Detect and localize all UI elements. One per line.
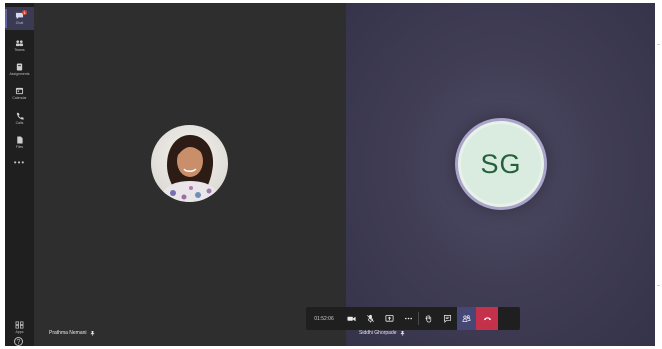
rail-item-label: Files [15,145,24,149]
teams-meeting-window: Chat 1 Teams Assignments Calendar Calls … [5,3,655,346]
pin-icon[interactable] [89,330,95,336]
participant-name: Prathma Nemani [49,330,87,336]
call-control-bar: 01:52:06 [306,307,520,330]
share-screen-icon [385,314,394,322]
help-icon[interactable]: ? [14,337,23,346]
teams-icon [15,40,24,47]
participants-button[interactable] [457,307,476,330]
participant-name-tag: Prathma Nemani [49,330,95,336]
rail-item-calendar[interactable]: Calendar [5,82,34,105]
rail-item-calls[interactable]: Calls [5,107,34,130]
divider [657,285,660,286]
share-screen-button[interactable] [380,307,399,330]
more-options-icon [404,317,413,320]
more-apps-icon[interactable]: ••• [5,158,34,167]
raise-hand-button[interactable] [419,307,438,330]
chat-icon [443,314,452,323]
rail-item-label: Teams [14,48,25,52]
notification-badge: 1 [22,10,27,15]
participant-photo-avatar [151,125,228,202]
mute-button[interactable] [361,307,380,330]
rail-item-files[interactable]: Files [5,131,34,154]
chat-button[interactable] [438,307,457,330]
rail-item-label: Calendar [12,96,27,100]
assignments-icon [16,63,23,71]
more-options-button[interactable] [399,307,418,330]
rail-item-teams[interactable]: Teams [5,34,34,57]
video-icon [347,316,356,322]
rail-item-apps[interactable]: Apps [5,316,34,339]
person-photo-icon [151,125,228,202]
rail-item-label: Assignments [9,72,30,76]
pin-icon[interactable] [399,330,405,336]
hang-up-button[interactable] [476,307,498,330]
call-timer: 01:52:06 [314,315,334,322]
apps-icon [15,321,24,329]
participant-name-tag: Siddhi Ghorpade [359,330,405,336]
participant-name: Siddhi Ghorpade [359,330,397,336]
files-icon [17,136,23,144]
calls-icon [16,112,24,120]
mic-off-icon [367,314,374,323]
rail-item-chat[interactable]: Chat 1 [5,7,34,30]
divider [657,44,660,45]
participant-initials-avatar: SG [458,121,544,207]
raise-hand-icon [425,314,432,323]
app-rail: Chat 1 Teams Assignments Calendar Calls … [5,3,34,346]
hang-up-icon [483,317,491,321]
rail-item-label: Calls [15,121,24,125]
rail-item-assignments[interactable]: Assignments [5,58,34,81]
participants-icon [462,315,471,323]
camera-button[interactable] [342,307,361,330]
rail-item-label: Apps [15,330,24,334]
calendar-icon [15,87,24,95]
rail-item-label: Chat [15,21,24,25]
